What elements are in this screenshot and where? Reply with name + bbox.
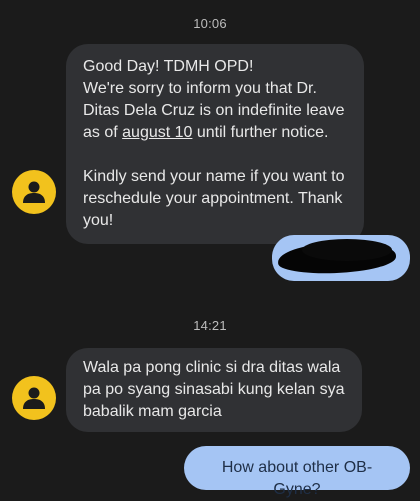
person-icon (23, 387, 45, 409)
message-thread: 10:06 Good Day! TDMH OPD! We're sorry to… (0, 0, 420, 500)
message-paragraph: Good Day! TDMH OPD! We're sorry to infor… (83, 56, 350, 144)
person-icon (23, 181, 45, 203)
timestamp: 14:21 (193, 318, 227, 333)
incoming-message[interactable]: Good Day! TDMH OPD! We're sorry to infor… (66, 44, 364, 244)
incoming-message[interactable]: Wala pa pong clinic si dra ditas wala pa… (66, 348, 362, 432)
outgoing-message-redacted[interactable] (272, 235, 410, 281)
contact-avatar[interactable] (12, 376, 56, 420)
timestamp: 10:06 (193, 16, 227, 31)
redaction-mark (302, 239, 392, 261)
message-paragraph: Kindly send your name if you want to res… (83, 168, 345, 229)
date-link[interactable]: august 10 (122, 124, 192, 141)
contact-avatar[interactable] (12, 170, 56, 214)
outgoing-message[interactable]: How about other OB-Gyne? (184, 446, 410, 498)
message-text: until further notice. (192, 124, 329, 141)
